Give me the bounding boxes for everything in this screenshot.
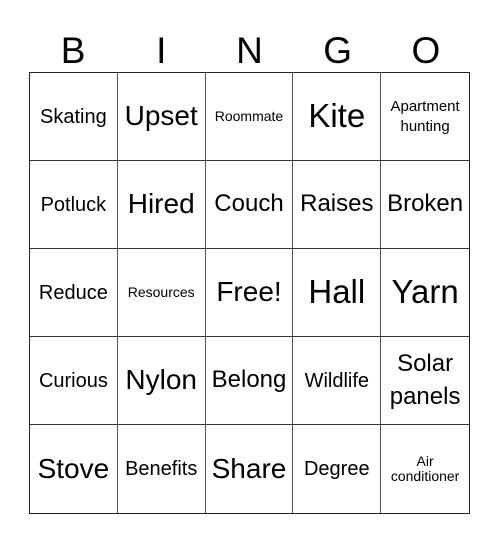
bingo-header: B I N G O (29, 30, 470, 72)
bingo-cell[interactable]: Nylon (117, 337, 206, 425)
header-letter-i: I (156, 30, 167, 71)
bingo-cell[interactable]: Couch (205, 161, 294, 249)
header-letter-n: N (236, 30, 263, 71)
bingo-cell[interactable]: Kite (293, 73, 382, 161)
bingo-cell[interactable]: Reduce (30, 249, 118, 337)
bingo-cell[interactable]: Upset (117, 73, 206, 161)
bingo-cell[interactable]: Resources (117, 249, 206, 337)
bingo-cell[interactable]: Raises (293, 161, 382, 249)
bingo-cell[interactable]: Curious (30, 337, 118, 425)
bingo-cell-free[interactable]: Free! (205, 249, 294, 337)
bingo-cell[interactable]: Benefits (118, 425, 206, 513)
bingo-cell[interactable]: Yarn (381, 249, 469, 337)
bingo-cell[interactable]: Belong (205, 337, 294, 425)
bingo-grid: Skating Upset Roommate Kite Apartment hu… (29, 72, 470, 514)
header-letter-b: B (60, 30, 86, 71)
bingo-cell[interactable]: Air conditioner (381, 425, 469, 513)
header-letter-g: G (323, 30, 353, 71)
bingo-cell[interactable]: Solar panels (381, 337, 469, 425)
bingo-cell[interactable]: Potluck (30, 161, 118, 249)
bingo-cell[interactable]: Degree (293, 425, 382, 513)
bingo-cell[interactable]: Roommate (205, 73, 294, 161)
header-letter-o: O (411, 30, 441, 71)
bingo-cell[interactable]: Apartment hunting (381, 73, 469, 161)
bingo-cell[interactable]: Hired (117, 161, 206, 249)
bingo-cell[interactable]: Skating (30, 73, 118, 161)
bingo-cell[interactable]: Broken (381, 161, 469, 249)
bingo-cell[interactable]: Stove (30, 425, 118, 513)
bingo-cell[interactable]: Wildlife (293, 337, 382, 425)
bingo-cell[interactable]: Share (206, 425, 294, 513)
bingo-cell[interactable]: Hall (293, 249, 382, 337)
